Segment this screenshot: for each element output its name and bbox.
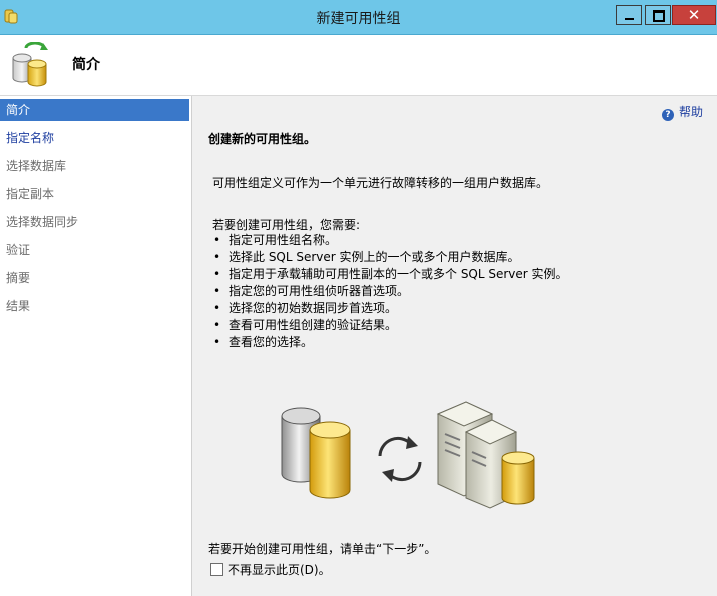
list-item: 指定您的可用性组侦听器首选项。 <box>212 283 568 300</box>
close-button[interactable]: ✕ <box>672 5 716 25</box>
nav-item-select-databases[interactable]: 选择数据库 <box>0 155 189 177</box>
window-title: 新建可用性组 <box>316 11 401 27</box>
list-item: 指定用于承载辅助可用性副本的一个或多个 SQL Server 实例。 <box>212 266 568 283</box>
list-item: 查看可用性组创建的验证结果。 <box>212 317 568 334</box>
database-icon <box>281 407 351 499</box>
close-icon: ✕ <box>687 6 701 24</box>
dont-show-again-checkbox[interactable] <box>210 563 223 576</box>
list-item: 选择此 SQL Server 实例上的一个或多个用户数据库。 <box>212 249 568 266</box>
page-title: 简介 <box>72 57 100 73</box>
nav-item-specify-replicas[interactable]: 指定副本 <box>0 183 189 205</box>
nav-item-intro[interactable]: 简介 <box>0 99 189 121</box>
minimize-button[interactable] <box>616 5 642 25</box>
server-icon <box>436 401 535 509</box>
sync-arrows-icon <box>378 436 422 482</box>
list-item: 指定可用性组名称。 <box>212 232 568 249</box>
content-panel: ? 帮助 创建新的可用性组。 可用性组定义可作为一个单元进行故障转移的一组用户数据… <box>192 96 717 596</box>
content-heading: 创建新的可用性组。 <box>208 132 317 146</box>
page-header: 简介 <box>0 35 717 96</box>
nav-item-summary[interactable]: 摘要 <box>0 267 189 289</box>
requirements-list: 指定可用性组名称。 选择此 SQL Server 实例上的一个或多个用户数据库。… <box>212 232 568 351</box>
nav-item-specify-name[interactable]: 指定名称 <box>0 127 189 149</box>
help-icon: ? <box>661 109 674 121</box>
list-item: 选择您的初始数据同步首选项。 <box>212 300 568 317</box>
list-item: 查看您的选择。 <box>212 334 568 351</box>
illustration <box>281 401 535 509</box>
help-link[interactable]: ? 帮助 <box>661 103 703 121</box>
maximize-button[interactable] <box>645 5 671 25</box>
help-label: 帮助 <box>678 105 703 119</box>
description-text: 可用性组定义可作为一个单元进行故障转移的一组用户数据库。 <box>212 176 549 190</box>
requirements-lead: 若要创建可用性组，您需要: <box>212 218 361 232</box>
database-wizard-icon <box>12 42 48 87</box>
nav-item-validation[interactable]: 验证 <box>0 239 189 261</box>
nav-item-results[interactable]: 结果 <box>0 295 189 317</box>
wizard-nav: 简介 指定名称 选择数据库 指定副本 选择数据同步 验证 摘要 结果 <box>0 96 192 596</box>
nav-item-data-sync[interactable]: 选择数据同步 <box>0 211 189 233</box>
dont-show-again-label[interactable]: 不再显示此页(D)。 <box>228 563 331 577</box>
title-bar: 新建可用性组 ✕ <box>0 0 717 35</box>
start-instruction: 若要开始创建可用性组，请单击“下一步”。 <box>208 542 437 556</box>
dont-show-again-option[interactable]: 不再显示此页(D)。 <box>210 562 331 578</box>
